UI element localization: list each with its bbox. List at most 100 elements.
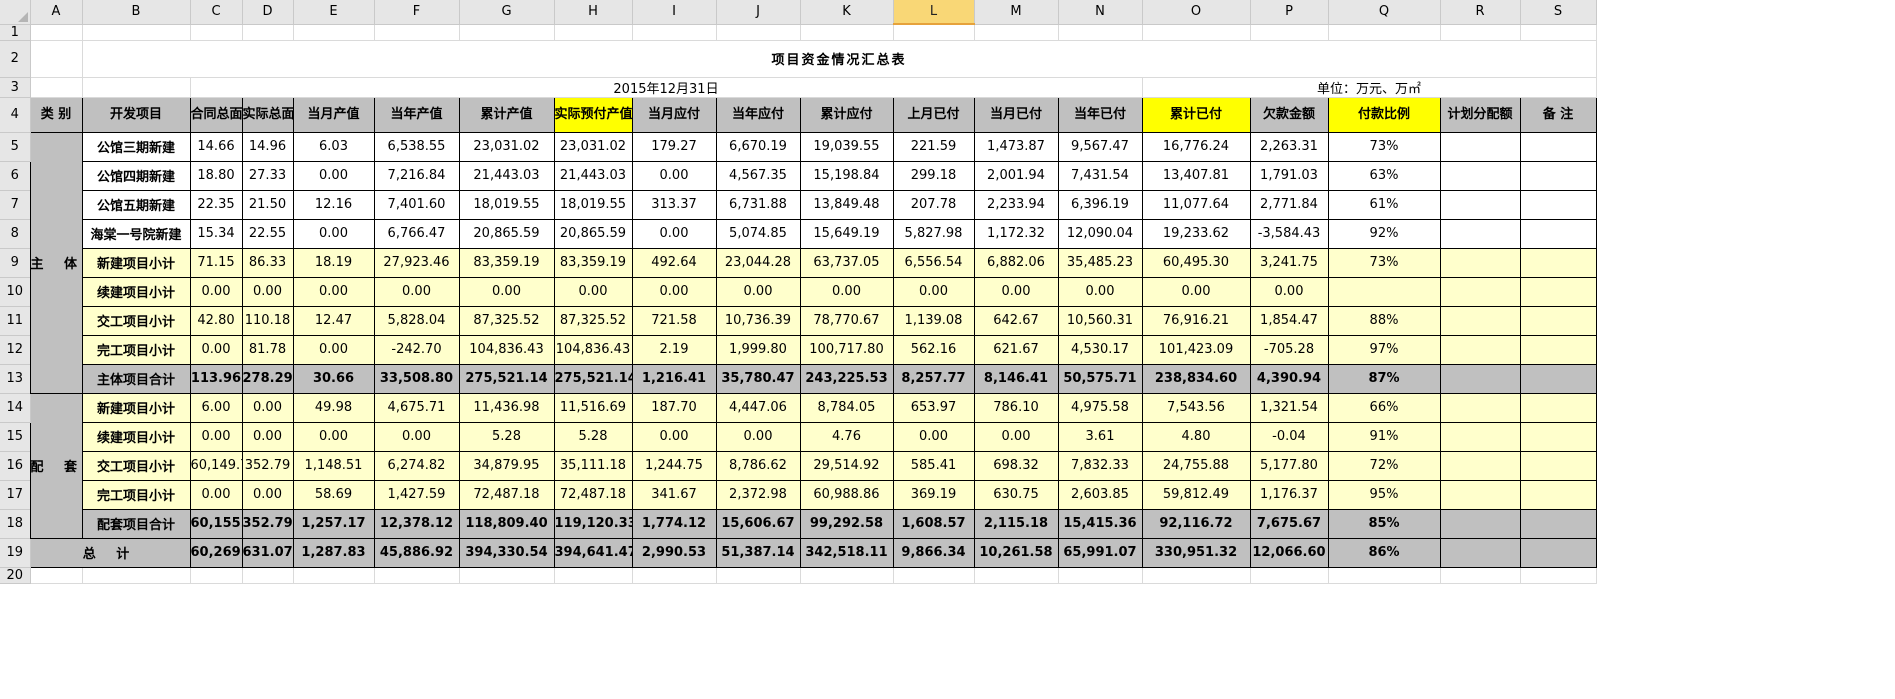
data-cell[interactable]: 72% xyxy=(1327,450,1441,481)
data-cell[interactable]: 15.34 xyxy=(189,218,243,249)
data-cell[interactable]: 20,865.59 xyxy=(553,218,633,249)
column-header-h[interactable]: H xyxy=(554,0,633,25)
report-date[interactable]: 2015年12月31日 xyxy=(190,77,1143,98)
remark-cell[interactable] xyxy=(1519,218,1597,249)
project-name[interactable]: 续建项目小计 xyxy=(81,276,191,307)
empty-cell[interactable] xyxy=(554,567,633,584)
data-cell[interactable]: 1,216.41 xyxy=(631,363,717,394)
data-cell[interactable]: 13,407.81 xyxy=(1141,160,1251,191)
header-remark[interactable]: 备 注 xyxy=(1519,96,1597,133)
data-cell[interactable]: 0.00 xyxy=(241,392,294,423)
data-cell[interactable]: 34,879.95 xyxy=(458,450,555,481)
plan-alloc-cell[interactable] xyxy=(1439,450,1521,481)
header-last-month-paid[interactable]: 上月已付 xyxy=(892,96,975,133)
data-cell[interactable]: 18.19 xyxy=(292,247,375,278)
data-cell[interactable]: 1,176.37 xyxy=(1249,479,1329,510)
data-cell[interactable]: 4,675.71 xyxy=(373,392,460,423)
data-cell[interactable]: 30.66 xyxy=(292,363,375,394)
data-cell[interactable]: 20,865.59 xyxy=(458,218,555,249)
header-month-payable[interactable]: 当月应付 xyxy=(631,96,717,133)
plan-alloc-cell[interactable] xyxy=(1439,421,1521,452)
data-cell[interactable]: 1,791.03 xyxy=(1249,160,1329,191)
column-header-i[interactable]: I xyxy=(632,0,717,25)
row-header-15[interactable]: 15 xyxy=(0,422,31,452)
total-cell[interactable]: 1,287.83 xyxy=(292,537,375,568)
data-cell[interactable]: 10,560.31 xyxy=(1057,305,1143,336)
data-cell[interactable]: 1,139.08 xyxy=(892,305,975,336)
data-cell[interactable]: 86.33 xyxy=(241,247,294,278)
empty-cell[interactable] xyxy=(30,567,83,584)
remark-cell[interactable] xyxy=(1519,305,1597,336)
data-cell[interactable]: 95% xyxy=(1327,479,1441,510)
group-support[interactable]: 配 套 xyxy=(29,392,83,539)
data-cell[interactable]: 1,257.17 xyxy=(292,508,375,539)
data-cell[interactable]: 9,567.47 xyxy=(1057,131,1143,162)
data-cell[interactable]: 786.10 xyxy=(973,392,1059,423)
empty-cell[interactable] xyxy=(242,24,294,41)
data-cell[interactable]: 15,415.36 xyxy=(1057,508,1143,539)
data-cell[interactable]: 221.59 xyxy=(892,131,975,162)
data-cell[interactable]: 5.28 xyxy=(553,421,633,452)
column-header-s[interactable]: S xyxy=(1520,0,1597,25)
remark-cell[interactable] xyxy=(1519,363,1597,394)
column-header-f[interactable]: F xyxy=(374,0,460,25)
total-cell[interactable]: 330,951.32 xyxy=(1141,537,1251,568)
row-header-14[interactable]: 14 xyxy=(0,393,31,423)
project-name[interactable]: 公馆五期新建 xyxy=(81,189,191,220)
data-cell[interactable]: 653.97 xyxy=(892,392,975,423)
data-cell[interactable]: 4.76 xyxy=(799,421,894,452)
data-cell[interactable]: 2,771.84 xyxy=(1249,189,1329,220)
column-header-l[interactable]: L xyxy=(893,0,975,25)
row-header-19[interactable]: 19 xyxy=(0,538,31,568)
row-header-9[interactable]: 9 xyxy=(0,248,31,278)
data-cell[interactable]: 23,031.02 xyxy=(553,131,633,162)
data-cell[interactable]: 35,780.47 xyxy=(715,363,801,394)
data-cell[interactable]: 119,120.33 xyxy=(553,508,633,539)
data-cell[interactable]: 63,737.05 xyxy=(799,247,894,278)
data-cell[interactable]: 12.16 xyxy=(292,189,375,220)
data-cell[interactable]: 6.00 xyxy=(189,392,243,423)
data-cell[interactable]: 23,031.02 xyxy=(458,131,555,162)
remark-cell[interactable] xyxy=(1519,508,1597,539)
total-cell[interactable]: 9,866.34 xyxy=(892,537,975,568)
remark-cell[interactable] xyxy=(1519,479,1597,510)
header-year-paid[interactable]: 当年已付 xyxy=(1057,96,1143,133)
empty-cell[interactable] xyxy=(30,24,83,41)
row-header-18[interactable]: 18 xyxy=(0,509,31,539)
data-cell[interactable]: 42.80 xyxy=(189,305,243,336)
data-cell[interactable]: 7,832.33 xyxy=(1057,450,1143,481)
header-project[interactable]: 开发项目 xyxy=(81,96,191,133)
data-cell[interactable]: 85% xyxy=(1327,508,1441,539)
empty-cell[interactable] xyxy=(1520,567,1597,584)
empty-cell[interactable] xyxy=(1250,24,1329,41)
data-cell[interactable]: 21,443.03 xyxy=(553,160,633,191)
project-name[interactable]: 新建项目小计 xyxy=(81,392,191,423)
data-cell[interactable]: 87,325.52 xyxy=(553,305,633,336)
row-header-13[interactable]: 13 xyxy=(0,364,31,394)
data-cell[interactable]: 1,244.75 xyxy=(631,450,717,481)
data-cell[interactable]: 0.00 xyxy=(241,479,294,510)
row-header-3[interactable]: 3 xyxy=(0,77,31,98)
data-cell[interactable]: 14.66 xyxy=(189,131,243,162)
data-cell[interactable]: 275,521.14 xyxy=(458,363,555,394)
data-cell[interactable]: 0.00 xyxy=(241,276,294,307)
empty-cell[interactable] xyxy=(190,24,243,41)
data-cell[interactable]: 21,443.03 xyxy=(458,160,555,191)
header-year-output[interactable]: 当年产值 xyxy=(373,96,460,133)
remark-cell[interactable] xyxy=(1519,131,1597,162)
data-cell[interactable]: 4,975.58 xyxy=(1057,392,1143,423)
data-cell[interactable]: 7,543.56 xyxy=(1141,392,1251,423)
header-pay-ratio[interactable]: 付款比例 xyxy=(1327,96,1441,133)
data-cell[interactable]: 91% xyxy=(1327,421,1441,452)
header-year-payable[interactable]: 当年应付 xyxy=(715,96,801,133)
data-cell[interactable]: 3,241.75 xyxy=(1249,247,1329,278)
column-header-m[interactable]: M xyxy=(974,0,1059,25)
data-cell[interactable]: 113.96 xyxy=(189,363,243,394)
plan-alloc-cell[interactable] xyxy=(1439,305,1521,336)
data-cell[interactable]: 19,233.62 xyxy=(1141,218,1251,249)
data-cell[interactable]: 73% xyxy=(1327,247,1441,278)
data-cell[interactable]: 27,923.46 xyxy=(373,247,460,278)
data-cell[interactable]: 0.00 xyxy=(292,421,375,452)
data-cell[interactable]: 0.00 xyxy=(189,421,243,452)
data-cell[interactable]: 2,372.98 xyxy=(715,479,801,510)
